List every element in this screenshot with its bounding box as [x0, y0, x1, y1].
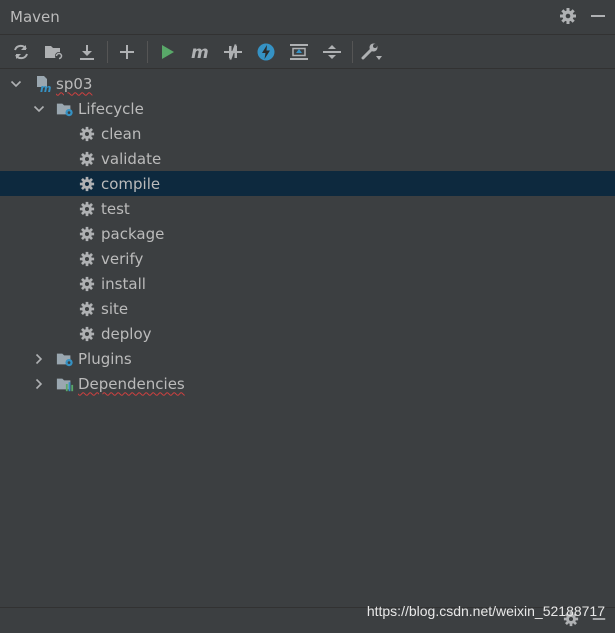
gear-icon — [78, 325, 96, 343]
svg-text:m: m — [40, 82, 51, 93]
minimize-icon[interactable] — [589, 7, 607, 29]
chevron-down-icon[interactable] — [32, 102, 46, 116]
gear-icon — [78, 150, 96, 168]
lifecycle-goal-package[interactable]: package — [0, 221, 615, 246]
gear-icon — [78, 225, 96, 243]
run-icon[interactable] — [154, 39, 180, 65]
goal-label: validate — [101, 149, 162, 168]
panel-title: Maven — [10, 8, 60, 26]
tree-node-project[interactable]: m sp03 — [0, 71, 615, 96]
plugins-folder-icon — [56, 350, 74, 368]
goal-label: site — [101, 299, 129, 318]
settings-wrench-icon[interactable] — [359, 39, 385, 65]
goal-label: compile — [101, 174, 161, 193]
dependencies-folder-icon — [56, 375, 74, 393]
maven-goal-icon[interactable]: m — [187, 39, 213, 65]
toolbar-separator — [352, 40, 353, 63]
skip-tests-icon[interactable] — [253, 39, 279, 65]
tool-window-header: Maven — [0, 0, 615, 35]
goal-label: install — [101, 274, 146, 293]
watermark-url: https://blog.csdn.net/weixin_52188717 — [366, 603, 605, 619]
maven-project-tree: m sp03 Lifecycle clean validate compile — [0, 71, 615, 396]
toggle-offline-icon[interactable] — [220, 39, 246, 65]
tree-node-lifecycle[interactable]: Lifecycle — [0, 96, 615, 121]
gear-icon[interactable] — [559, 7, 577, 29]
show-dependencies-icon[interactable] — [286, 39, 312, 65]
toolbar-separator — [147, 40, 148, 63]
lifecycle-goal-install[interactable]: install — [0, 271, 615, 296]
svg-text:m: m — [191, 43, 209, 61]
goal-label: clean — [101, 124, 142, 143]
maven-toolbar: m — [0, 35, 615, 69]
gear-icon — [78, 200, 96, 218]
chevron-right-icon[interactable] — [32, 377, 46, 391]
lifecycle-label: Lifecycle — [78, 99, 144, 118]
lifecycle-folder-icon — [56, 100, 74, 118]
lifecycle-goal-deploy[interactable]: deploy — [0, 321, 615, 346]
lifecycle-goal-clean[interactable]: clean — [0, 121, 615, 146]
lifecycle-goal-compile[interactable]: compile — [0, 171, 615, 196]
collapse-all-icon[interactable] — [319, 39, 345, 65]
lifecycle-goal-site[interactable]: site — [0, 296, 615, 321]
dependencies-label: Dependencies — [78, 374, 185, 393]
goal-label: test — [101, 199, 130, 218]
toolbar-separator — [107, 40, 108, 63]
lifecycle-goal-validate[interactable]: validate — [0, 146, 615, 171]
reload-icon[interactable] — [8, 39, 34, 65]
maven-project-icon: m — [34, 75, 52, 93]
goal-label: verify — [101, 249, 144, 268]
gear-icon — [78, 125, 96, 143]
gear-icon — [78, 275, 96, 293]
chevron-right-icon[interactable] — [32, 352, 46, 366]
gear-icon — [78, 250, 96, 268]
tree-node-dependencies[interactable]: Dependencies — [0, 371, 615, 396]
generate-sources-icon[interactable] — [41, 39, 67, 65]
plugins-label: Plugins — [78, 349, 132, 368]
chevron-down-icon[interactable] — [9, 77, 23, 91]
gear-icon — [78, 175, 96, 193]
gear-icon — [78, 300, 96, 318]
lifecycle-goal-test[interactable]: test — [0, 196, 615, 221]
goal-label: deploy — [101, 324, 152, 343]
lifecycle-goal-verify[interactable]: verify — [0, 246, 615, 271]
goal-label: package — [101, 224, 165, 243]
tree-node-plugins[interactable]: Plugins — [0, 346, 615, 371]
download-icon[interactable] — [74, 39, 100, 65]
project-label: sp03 — [56, 74, 93, 93]
add-icon[interactable] — [114, 39, 140, 65]
